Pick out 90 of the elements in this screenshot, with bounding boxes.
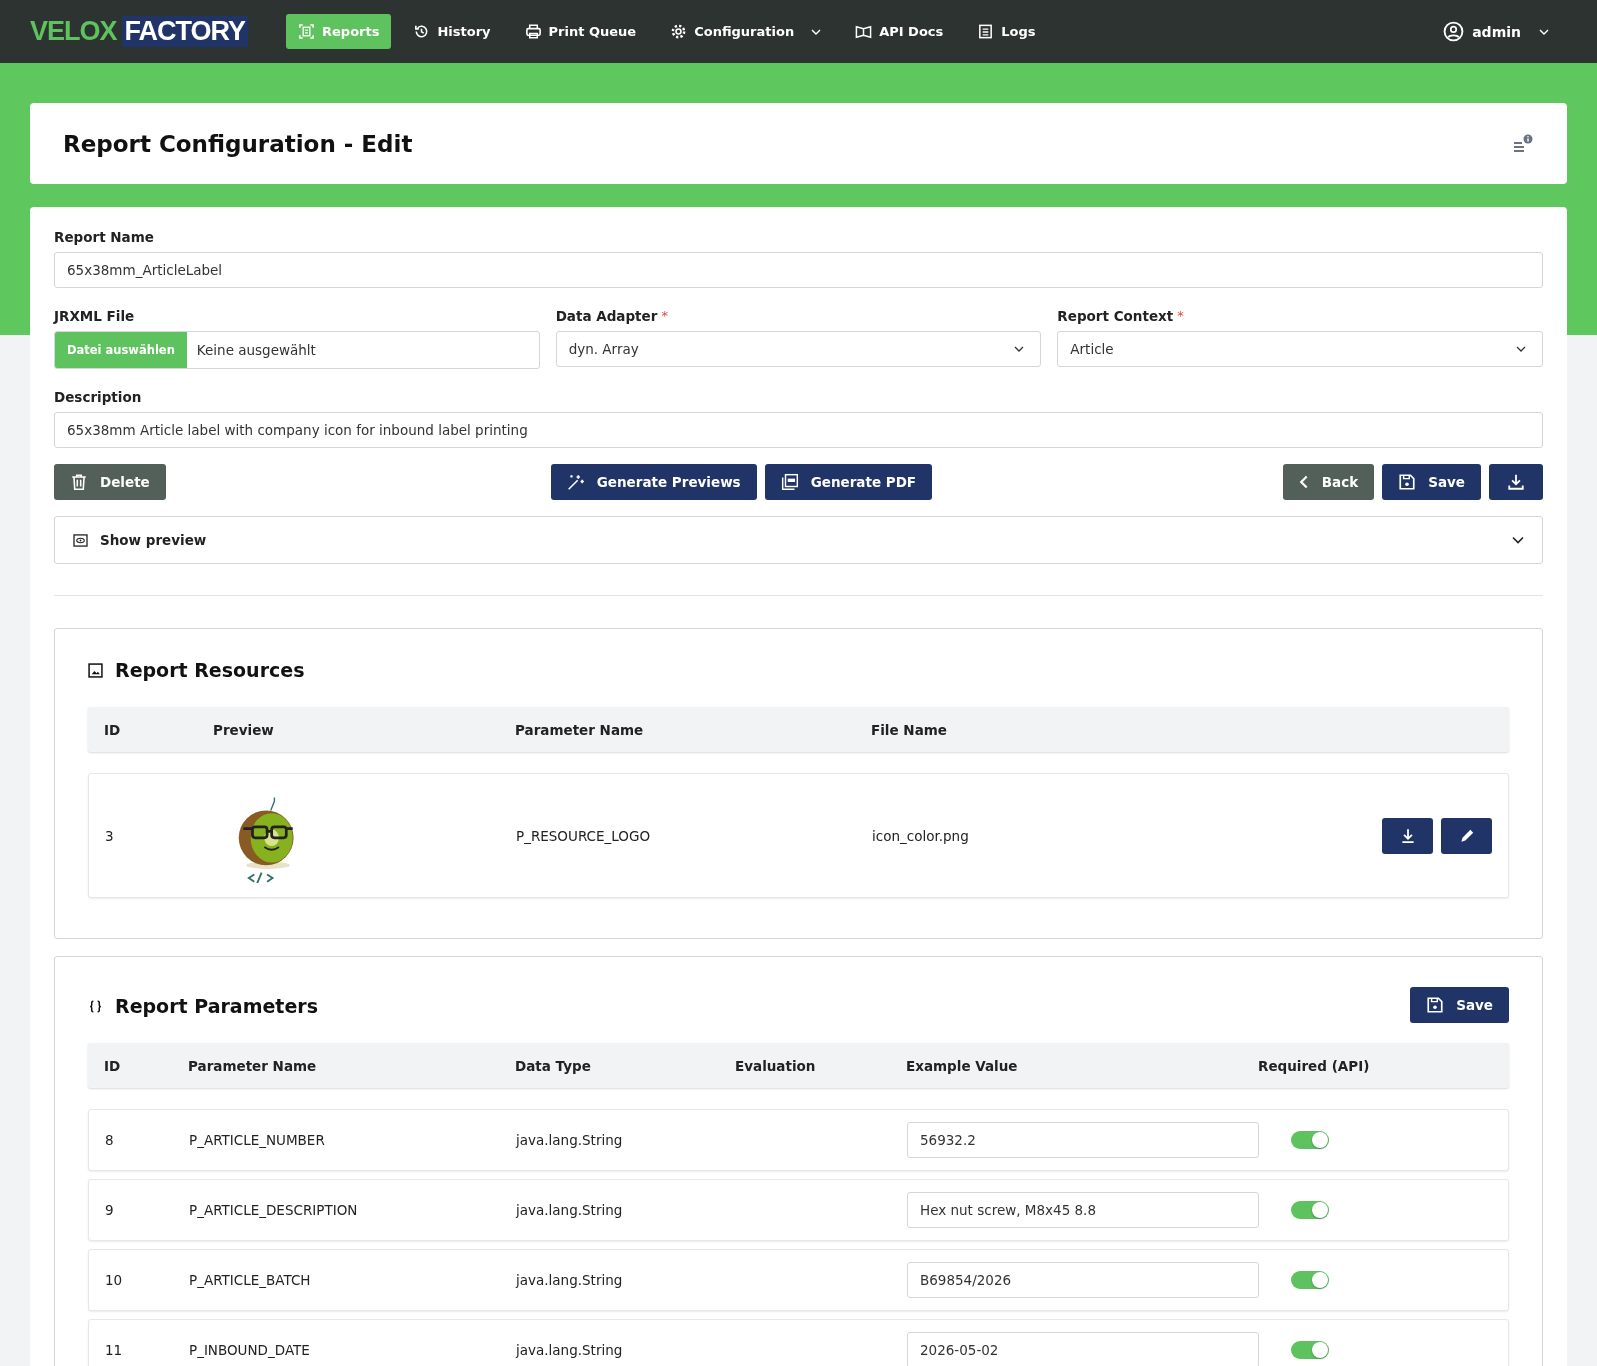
column-header: Parameter Name xyxy=(515,721,645,738)
nav-tab[interactable]: Print Queue xyxy=(512,14,649,49)
required-toggle[interactable] xyxy=(1291,1201,1329,1219)
table-cell-text: P_INBOUND_DATE xyxy=(189,1342,311,1358)
user-icon xyxy=(1443,21,1465,42)
column-header: ID xyxy=(104,1057,122,1074)
download-button[interactable] xyxy=(1489,464,1543,500)
table-cell-text: java.lang.String xyxy=(516,1202,624,1218)
user-menu[interactable]: admin xyxy=(1443,21,1549,42)
example-value-field[interactable]: B69854/2026 xyxy=(907,1262,1259,1298)
nav-tab[interactable]: Configuration xyxy=(658,14,834,49)
table-cell-text: 10 xyxy=(105,1272,124,1288)
printer-icon xyxy=(524,23,542,40)
column-header: Data Type xyxy=(515,1057,592,1074)
nav-tab[interactable]: Logs xyxy=(965,14,1048,49)
example-value-field[interactable]: Hex nut screw, M8x45 8.8 xyxy=(907,1192,1259,1228)
required-toggle[interactable] xyxy=(1291,1131,1329,1149)
table-cell-text: 3 xyxy=(105,827,115,844)
section-title: Report Resources xyxy=(115,659,305,681)
description-field[interactable]: 65x38mm Article label with company icon for inbound label printing xyxy=(54,412,1543,448)
image-icon xyxy=(88,662,103,678)
table-cell-text: P_RESOURCE_LOGO xyxy=(516,827,652,844)
required-toggle[interactable] xyxy=(1291,1341,1329,1359)
notes-info-icon[interactable] xyxy=(1512,133,1534,154)
example-value-field[interactable]: 56932.2 xyxy=(907,1122,1259,1158)
back-button[interactable]: Back xyxy=(1282,464,1375,500)
table-cell-text: java.lang.String xyxy=(516,1342,624,1358)
required-mark: * xyxy=(1177,308,1184,325)
section-title: Report Parameters xyxy=(115,995,318,1017)
caret-icon xyxy=(1516,346,1526,352)
report-name-field[interactable]: 65x38mm_ArticleLabel xyxy=(54,252,1543,288)
page-title: Report Configuration - Edit xyxy=(63,130,413,157)
table-cell-text: P_ARTICLE_BATCH xyxy=(189,1272,312,1288)
field-label: Report Name xyxy=(54,229,155,245)
file-status-text: Keine ausgewählt xyxy=(195,341,317,360)
save-icon xyxy=(1426,996,1445,1014)
download-button[interactable] xyxy=(1382,817,1433,854)
magic-wand-icon xyxy=(566,473,585,491)
chevron-down-icon xyxy=(1512,536,1524,544)
pdf-file-icon xyxy=(780,473,799,491)
column-header: Required (API) xyxy=(1258,1057,1371,1074)
table-cell-text: P_ARTICLE_NUMBER xyxy=(189,1132,326,1148)
nav-tab[interactable]: History xyxy=(401,14,503,49)
table-cell-text: 11 xyxy=(105,1342,124,1358)
download-icon xyxy=(1507,473,1525,491)
nav-tab[interactable]: API Docs xyxy=(843,14,956,49)
column-header: Preview xyxy=(213,721,275,738)
edit-button[interactable] xyxy=(1441,817,1492,854)
table-cell-text: 8 xyxy=(105,1132,115,1148)
trash-icon xyxy=(70,473,88,491)
generate-previews-button[interactable]: Generate Previews xyxy=(550,464,757,500)
book-icon xyxy=(855,23,873,40)
field-label: JRXML File xyxy=(54,308,136,324)
table-cell-text: icon_color.png xyxy=(872,827,970,844)
logo-text: VELOX xyxy=(30,16,117,47)
table-cell-text: java.lang.String xyxy=(516,1272,624,1288)
braces-icon xyxy=(88,998,103,1014)
column-header: Evaluation xyxy=(735,1057,817,1074)
save-button[interactable]: Save xyxy=(1382,464,1481,500)
caret-icon xyxy=(1539,28,1549,35)
file-input[interactable]: Datei auswählen Keine ausgewählt xyxy=(54,331,540,369)
report-icon xyxy=(298,23,316,40)
required-mark: * xyxy=(661,308,668,325)
column-header: Example Value xyxy=(906,1057,1019,1074)
table-cell-text: P_ARTICLE_DESCRIPTION xyxy=(189,1202,359,1218)
gear-icon xyxy=(670,23,688,40)
caret-icon xyxy=(811,28,822,35)
save-icon xyxy=(1398,473,1417,491)
field-label: Report Context xyxy=(1057,308,1174,324)
column-header: ID xyxy=(104,721,122,738)
field-label: Data Adapter xyxy=(555,308,658,324)
delete-button[interactable]: Delete xyxy=(54,464,166,500)
column-header: Parameter Name xyxy=(188,1057,318,1074)
table-cell-text: 9 xyxy=(105,1202,115,1218)
example-value-field[interactable]: 2026-05-02 xyxy=(907,1332,1259,1366)
generate-pdf-button[interactable]: Generate PDF xyxy=(764,464,933,500)
eye-icon xyxy=(73,533,88,547)
show-preview-panel[interactable]: Show preview xyxy=(54,516,1543,564)
chevron-left-icon xyxy=(1298,473,1310,491)
caret-icon xyxy=(1014,346,1025,352)
save-button[interactable]: Save xyxy=(1410,987,1509,1023)
select-field[interactable]: dyn. Array xyxy=(555,331,1042,367)
logo-text-box: FACTORY xyxy=(121,16,249,47)
field-label: Description xyxy=(54,389,143,405)
table-cell-text: java.lang.String xyxy=(516,1132,624,1148)
required-toggle[interactable] xyxy=(1291,1271,1329,1289)
panel-label: Show preview xyxy=(100,532,207,548)
list-icon xyxy=(977,23,995,40)
column-header: File Name xyxy=(871,721,948,738)
select-field[interactable]: Article xyxy=(1057,331,1543,367)
